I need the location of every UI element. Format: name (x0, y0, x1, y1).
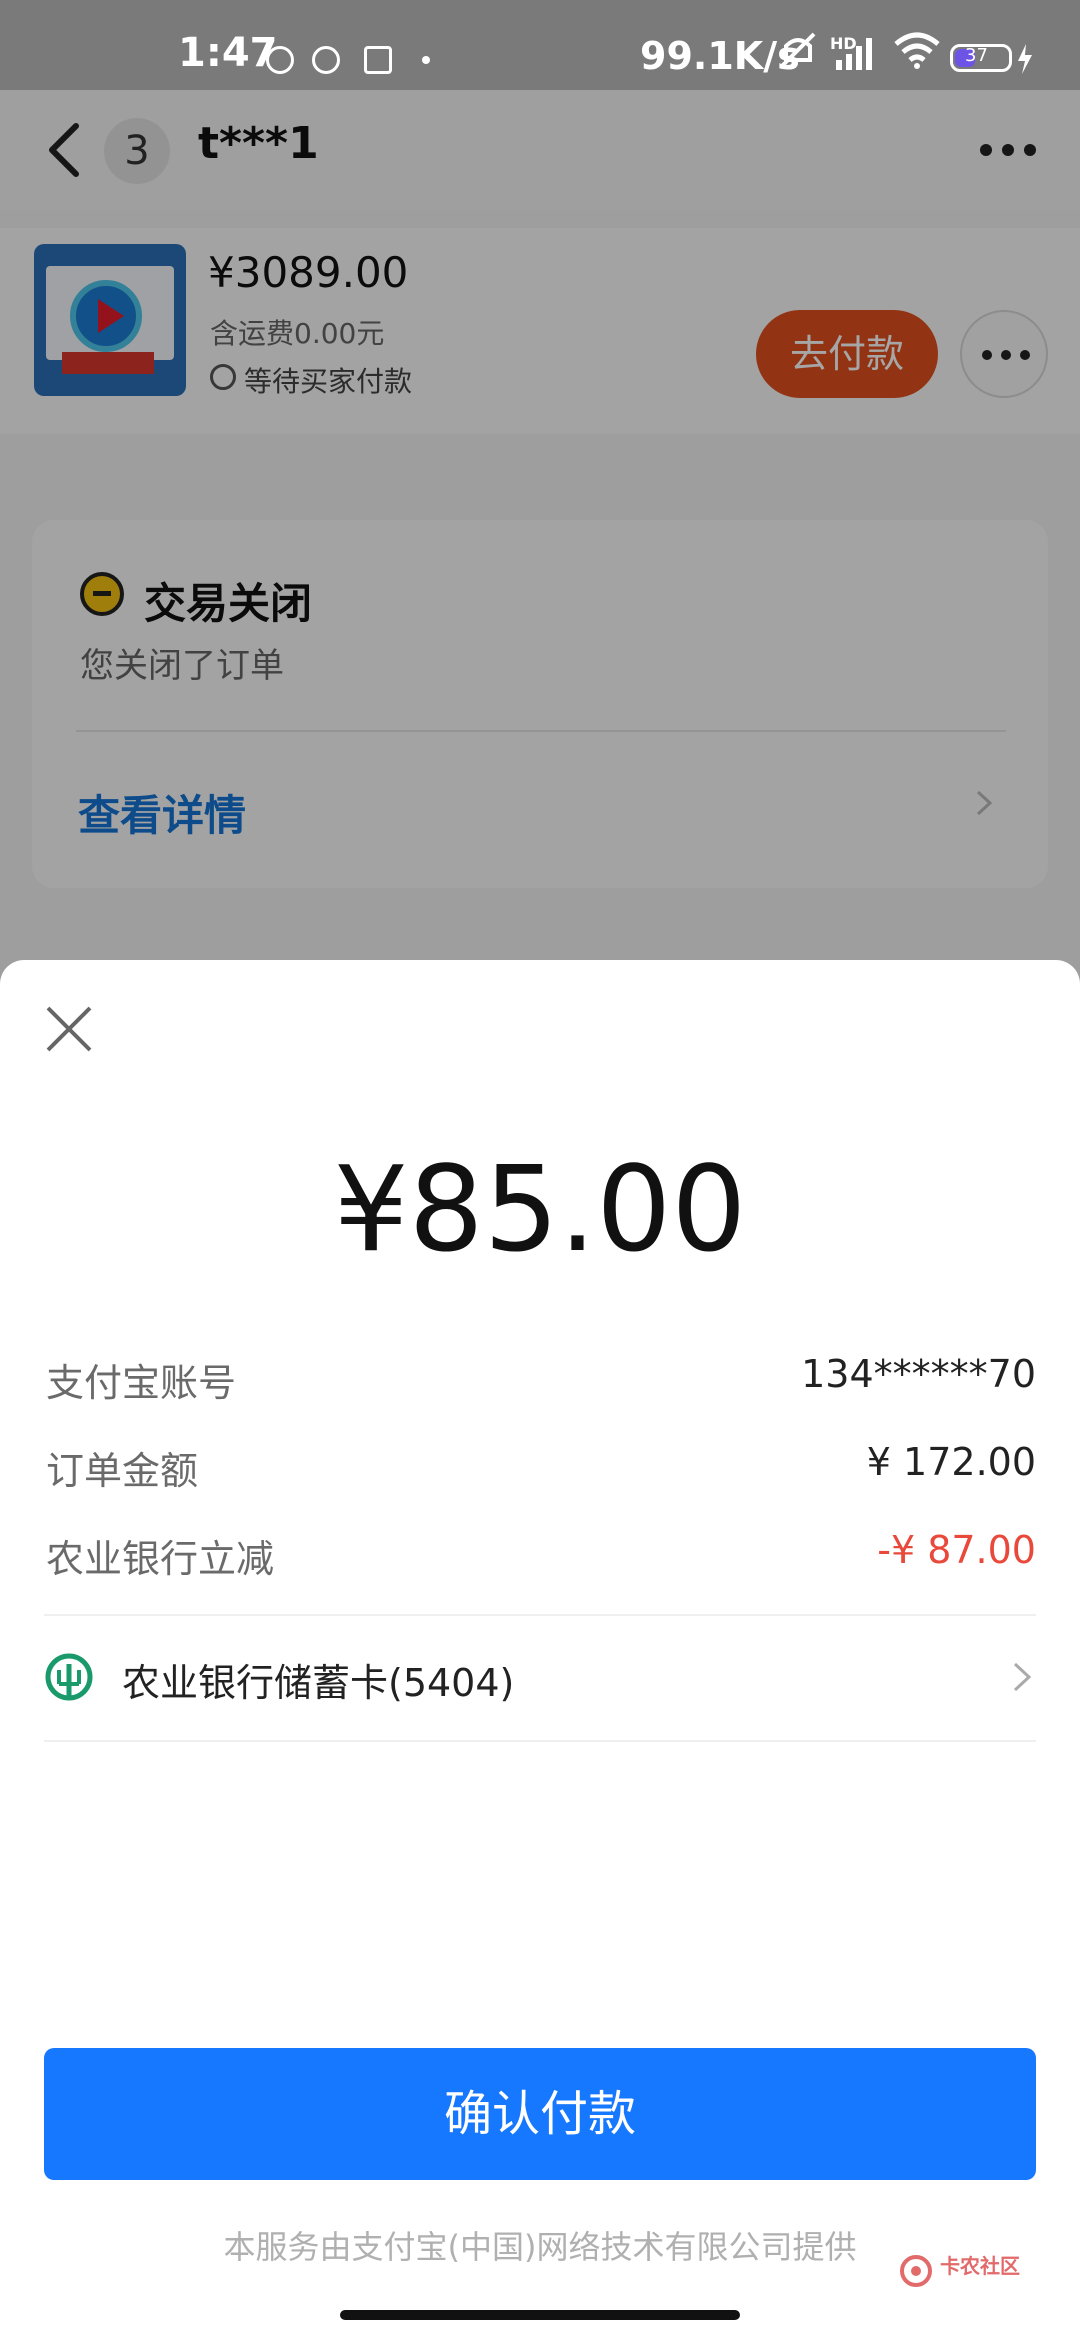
bank-discount-value: -¥ 87.00 (877, 1528, 1036, 1572)
notification-icon (266, 46, 294, 74)
charging-icon (1018, 44, 1032, 74)
network-speed: 99.1K/s (640, 34, 800, 78)
notification-icon (364, 46, 392, 74)
order-amount-value: ¥ 172.00 (866, 1440, 1036, 1484)
alipay-account-label: 支付宝账号 (46, 1361, 237, 1405)
close-icon[interactable] (44, 1004, 94, 1054)
divider (44, 1740, 1036, 1742)
mute-icon (780, 32, 816, 68)
order-amount-label: 订单金额 (46, 1449, 199, 1493)
payment-amount: ¥85.00 (333, 1140, 747, 1278)
payment-method-row[interactable]: 农业银行储蓄卡(5404) (122, 1652, 514, 1707)
battery-icon: 37 (950, 44, 1012, 72)
divider (44, 1614, 1036, 1616)
abc-bank-icon (45, 1653, 93, 1701)
chevron-right-icon[interactable] (1006, 1662, 1036, 1692)
bank-discount-label: 农业银行立减 (46, 1537, 275, 1581)
wifi-icon (894, 32, 940, 69)
status-time: 1:47 (178, 30, 278, 76)
confirm-payment-button[interactable]: 确认付款 (44, 2048, 1036, 2180)
battery-level: 37 (965, 45, 988, 66)
dot-icon (422, 56, 430, 64)
home-indicator[interactable] (340, 2310, 740, 2320)
status-bar: 1:47 99.1K/s HD 37 (0, 0, 1080, 90)
signal-icon (836, 38, 872, 70)
alipay-account-value: 134******70 (801, 1352, 1036, 1396)
notification-icon (312, 46, 340, 74)
watermark-text: 卡农社区 (940, 2254, 1020, 2278)
